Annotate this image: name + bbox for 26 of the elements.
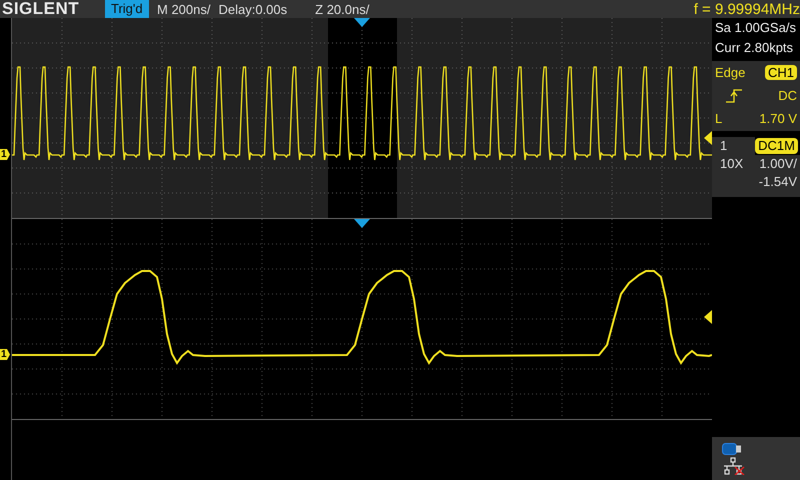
channel-panel[interactable]: 1 DC1M 10X 1.00V/ -1.54V bbox=[712, 137, 800, 197]
trigger-coupling-label: DC bbox=[778, 88, 797, 103]
trigger-type-label: Edge bbox=[715, 65, 746, 80]
timebase-label: M 200ns/ bbox=[157, 2, 210, 16]
rising-edge-icon bbox=[725, 88, 743, 102]
trigger-status: Trig'd bbox=[105, 0, 149, 18]
trigger-level-label: L bbox=[715, 111, 722, 126]
trigger-panel[interactable]: Edge CH1 DC L 1.70 V bbox=[712, 61, 800, 131]
trigger-level-value: 1.70 V bbox=[759, 111, 797, 126]
trigger-level-marker[interactable] bbox=[704, 310, 712, 324]
brand-logo: SIGLENT bbox=[1, 0, 80, 19]
vertical-scale-label: 1.00V/ bbox=[759, 155, 797, 173]
channel-marker[interactable]: 1 bbox=[0, 349, 10, 360]
trigger-source-badge: CH1 bbox=[764, 65, 797, 80]
channel-number-tab: 1 bbox=[712, 137, 756, 155]
frequency-readout: f = 9.99994MHz bbox=[694, 0, 800, 18]
zoom-timebase-label: Z 20.0ns/ bbox=[315, 2, 370, 16]
delay-label: Delay:0.00s bbox=[218, 2, 288, 16]
sample-rate-label: Sa 1.00GSa/s bbox=[714, 19, 797, 37]
vertical-offset-label: -1.54V bbox=[758, 173, 797, 191]
probe-ratio-label: 10X bbox=[720, 155, 744, 173]
usb-drive-icon bbox=[722, 443, 742, 455]
channel-marker[interactable]: 1 bbox=[0, 149, 10, 160]
trigger-level-marker[interactable] bbox=[704, 131, 712, 145]
channel-coupling-badge: DC1M bbox=[755, 138, 798, 154]
memory-depth-label: Curr 2.80kpts bbox=[714, 39, 794, 57]
